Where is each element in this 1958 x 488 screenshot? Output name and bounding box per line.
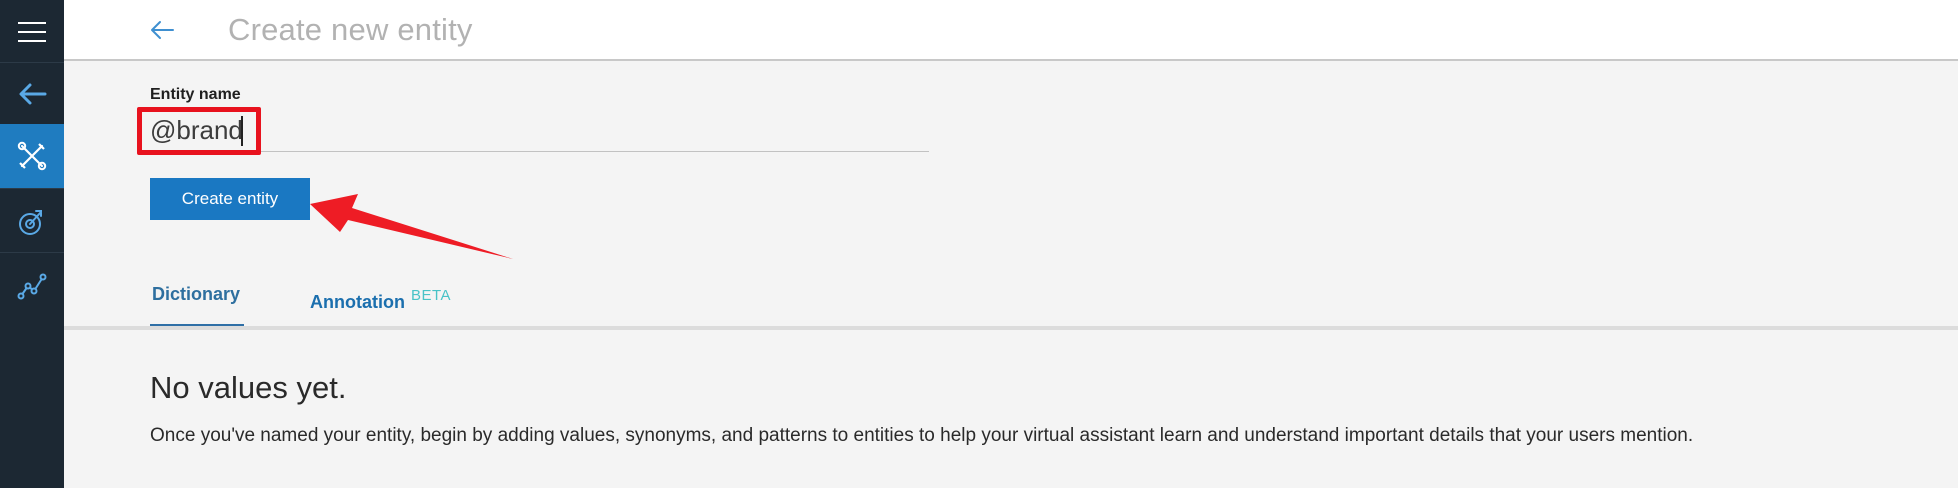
- empty-state-description: Once you've named your entity, begin by …: [150, 425, 1694, 446]
- tab-dictionary[interactable]: Dictionary: [152, 284, 240, 305]
- arrow-left-icon: [151, 21, 174, 39]
- beta-badge: BETA: [411, 287, 452, 304]
- versions-icon: [19, 210, 42, 235]
- highlight-annotation-box: [137, 107, 261, 155]
- versions-button[interactable]: [0, 190, 64, 254]
- back-button[interactable]: [146, 14, 178, 46]
- arrow-left-icon: [19, 83, 47, 105]
- menu-button[interactable]: [0, 0, 64, 64]
- create-entity-button[interactable]: Create entity: [150, 178, 310, 220]
- empty-state-title: No values yet.: [150, 370, 347, 405]
- back-to-skills-button[interactable]: [0, 62, 64, 126]
- analytics-button[interactable]: [0, 254, 64, 318]
- analytics-icon: [17, 273, 47, 300]
- entity-tabs: Dictionary Annotation BETA: [64, 270, 1958, 330]
- tools-icon: [17, 141, 47, 171]
- entity-name-label: Entity name: [150, 86, 241, 103]
- build-tools-button[interactable]: [0, 124, 64, 188]
- left-nav-rail: [0, 0, 64, 488]
- entity-name-input[interactable]: [150, 109, 929, 151]
- tab-divider: [64, 326, 1958, 330]
- tab-annotation[interactable]: Annotation: [310, 292, 405, 313]
- annotation-arrow-icon: [310, 194, 513, 259]
- entity-name-field[interactable]: [150, 109, 929, 152]
- menu-icon: [18, 22, 46, 42]
- page-title: Create new entity: [228, 12, 473, 47]
- page-header: Create new entity: [64, 0, 1958, 61]
